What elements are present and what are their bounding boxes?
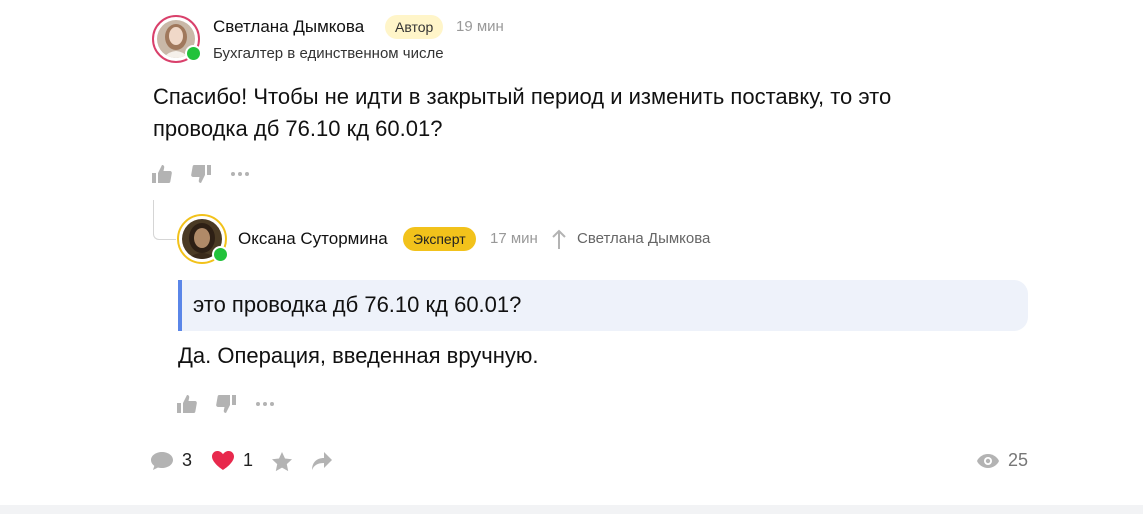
share-icon[interactable] [311, 451, 333, 476]
views-count-widget: 25 [976, 450, 1028, 471]
expert-badge: Эксперт [403, 227, 476, 251]
thread-connector [153, 200, 176, 240]
reply-to-author[interactable]: Светлана Дымкова [577, 230, 710, 247]
comment-time: 19 мин [456, 18, 504, 35]
heart-icon [211, 450, 235, 471]
comment-text: Спасибо! Чтобы не идти в закрытый период… [153, 84, 892, 141]
avatar[interactable] [177, 214, 229, 264]
comments-count: 3 [182, 450, 193, 470]
like-button[interactable]: 1 [211, 450, 253, 471]
online-indicator [212, 246, 229, 263]
avatar[interactable] [152, 15, 202, 63]
star-icon[interactable] [271, 451, 293, 477]
reply-arrow-icon [551, 228, 567, 255]
more-icon[interactable] [228, 162, 252, 186]
thumbs-up-icon[interactable] [150, 162, 174, 186]
author-name[interactable]: Оксана Сутормина [238, 229, 388, 249]
quoted-text: это проводка дб 76.10 кд 60.01? [178, 280, 1028, 331]
eye-icon [976, 453, 1000, 469]
comment-text: Да. Операция, введенная вручную. [178, 343, 539, 368]
author-subtitle: Бухгалтер в единственном числе [213, 45, 444, 62]
author-badge: Автор [385, 15, 444, 39]
thumbs-up-icon[interactable] [175, 392, 199, 416]
comments-count-button[interactable]: 3 [150, 450, 192, 471]
quote-content: это проводка дб 76.10 кд 60.01? [193, 292, 522, 317]
comment-actions [175, 392, 292, 416]
thumbs-down-icon[interactable] [214, 392, 238, 416]
thumbs-down-icon[interactable] [189, 162, 213, 186]
more-icon[interactable] [253, 392, 277, 416]
views-count: 25 [1008, 450, 1029, 470]
comment-time: 17 мин [490, 230, 538, 247]
author-name[interactable]: Светлана Дымкова [213, 17, 364, 37]
comment-actions [150, 162, 267, 186]
online-indicator [185, 45, 202, 62]
comment-icon [150, 451, 174, 471]
page-bottom-divider [0, 505, 1143, 514]
likes-count: 1 [243, 450, 254, 470]
